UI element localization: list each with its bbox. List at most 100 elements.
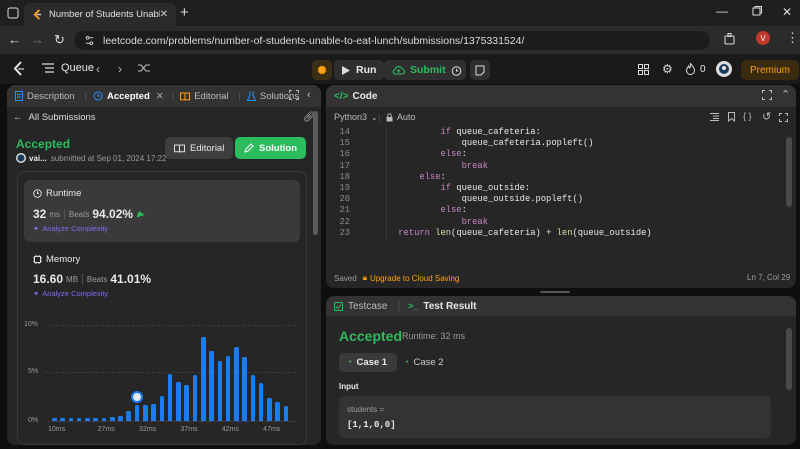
distribution-bar[interactable] bbox=[143, 405, 148, 421]
settings-gear-icon[interactable]: ⚙ bbox=[662, 62, 673, 76]
new-tab-icon[interactable]: + bbox=[180, 4, 189, 21]
code-scrollbar[interactable] bbox=[786, 125, 792, 243]
tab-accepted[interactable]: Accepted ✕ bbox=[93, 91, 164, 102]
distribution-bar[interactable] bbox=[176, 382, 181, 421]
browser-menu-icon[interactable]: ⋮ bbox=[786, 30, 799, 46]
distribution-bar[interactable] bbox=[209, 351, 214, 421]
upgrade-link[interactable]: Upgrade to Cloud Saving bbox=[370, 274, 459, 283]
distribution-bar[interactable] bbox=[159, 395, 165, 421]
code-line[interactable]: 17 break bbox=[326, 161, 776, 172]
solution-button[interactable]: Solution bbox=[235, 137, 306, 159]
distribution-bar[interactable] bbox=[275, 401, 281, 421]
back-icon[interactable]: ← bbox=[8, 32, 21, 47]
tab-search-icon[interactable] bbox=[6, 6, 20, 20]
browser-tab[interactable]: Number of Students Unable to ✕ bbox=[24, 3, 176, 26]
code-line[interactable]: 21 else: bbox=[326, 205, 776, 216]
distribution-bar[interactable] bbox=[192, 375, 198, 421]
next-problem-icon[interactable]: › bbox=[118, 62, 122, 76]
notes-icon[interactable] bbox=[470, 60, 490, 80]
memory-analyze-link[interactable]: ✦ Analyze Complexity bbox=[33, 289, 108, 298]
tab-editorial[interactable]: Editorial bbox=[180, 91, 229, 102]
extensions-icon[interactable] bbox=[724, 33, 736, 45]
problem-list-button[interactable]: Queue bbox=[42, 62, 94, 74]
code-line[interactable]: 14 if queue_cafeteria: bbox=[326, 127, 776, 138]
tab-description[interactable]: Description bbox=[15, 91, 75, 102]
distribution-bar[interactable] bbox=[242, 356, 247, 421]
prev-problem-icon[interactable]: ‹ bbox=[96, 62, 100, 76]
leetcode-logo-icon[interactable] bbox=[12, 61, 26, 77]
distribution-bar[interactable] bbox=[118, 416, 123, 421]
streak-counter[interactable]: 0 bbox=[686, 63, 706, 75]
distribution-bar[interactable] bbox=[109, 417, 115, 421]
distribution-bar[interactable] bbox=[126, 411, 132, 421]
code-line[interactable]: 22 break bbox=[326, 217, 776, 228]
language-select[interactable]: Python3 ⌄ bbox=[334, 112, 378, 122]
distribution-bar[interactable] bbox=[85, 418, 90, 421]
code-line[interactable]: 20 queue_outside.popleft() bbox=[326, 194, 776, 205]
format-icon[interactable] bbox=[710, 113, 719, 121]
memory-card[interactable]: Memory 16.60 MB | Beats 41.01% ✦ Analyze… bbox=[24, 248, 300, 310]
tab-close-icon[interactable]: ✕ bbox=[160, 9, 168, 20]
close-tab-icon[interactable]: ✕ bbox=[156, 91, 164, 102]
code-editor[interactable]: 14 if queue_cafeteria: 15 queue_cafeteria… bbox=[326, 127, 776, 242]
distribution-bar[interactable] bbox=[283, 406, 289, 421]
collapse-panel-icon[interactable]: ⌃ bbox=[781, 88, 790, 101]
auto-mode-toggle[interactable]: Auto bbox=[386, 112, 416, 122]
minimize-icon[interactable]: — bbox=[716, 4, 728, 18]
distribution-bar[interactable] bbox=[184, 385, 189, 421]
code-line[interactable]: 23 return len(queue_cafeteria) + len(que… bbox=[326, 228, 776, 239]
distribution-bar[interactable] bbox=[200, 336, 206, 421]
distribution-bar[interactable] bbox=[76, 418, 82, 421]
restore-icon[interactable] bbox=[752, 6, 762, 16]
distribution-bar[interactable] bbox=[151, 403, 156, 421]
distribution-bar[interactable] bbox=[217, 360, 223, 421]
distribution-bar[interactable] bbox=[225, 356, 231, 421]
distribution-bar[interactable] bbox=[134, 405, 140, 421]
distribution-bar[interactable] bbox=[68, 418, 74, 421]
case-2-button[interactable]: • Case 2 bbox=[400, 353, 450, 372]
distribution-bar[interactable] bbox=[267, 397, 272, 421]
distribution-bar[interactable] bbox=[234, 347, 239, 421]
tab-test-result[interactable]: >_ Test Result bbox=[408, 301, 476, 312]
shuffle-icon[interactable] bbox=[138, 63, 150, 73]
layout-grid-icon[interactable] bbox=[638, 64, 649, 75]
code-line[interactable]: 18 else: bbox=[326, 172, 776, 183]
runtime-analyze-link[interactable]: ✦ Analyze Complexity bbox=[33, 224, 108, 233]
username[interactable]: vai... bbox=[29, 154, 47, 163]
runtime-card[interactable]: Runtime 32 ms | Beats 94.02% ✦ Analyze C… bbox=[24, 180, 300, 242]
fullscreen-icon[interactable] bbox=[779, 113, 788, 122]
left-scrollbar[interactable] bbox=[313, 111, 318, 441]
timer-icon[interactable] bbox=[446, 60, 466, 80]
distribution-bar[interactable] bbox=[101, 418, 107, 421]
result-scrollbar[interactable] bbox=[786, 320, 792, 440]
run-button[interactable]: Run bbox=[334, 60, 385, 80]
code-line[interactable]: 15 queue_cafeteria.popleft() bbox=[326, 138, 776, 149]
code-line[interactable]: 19 if queue_outside: bbox=[326, 183, 776, 194]
reset-icon[interactable]: ↺ bbox=[762, 110, 771, 123]
distribution-bar[interactable] bbox=[250, 375, 256, 421]
distribution-bar[interactable] bbox=[60, 418, 65, 421]
profile-avatar[interactable]: V bbox=[756, 31, 770, 45]
distribution-bar[interactable] bbox=[93, 418, 98, 421]
maximize-panel-icon[interactable] bbox=[762, 90, 772, 100]
code-line[interactable]: 16 else: bbox=[326, 149, 776, 160]
forward-icon[interactable]: → bbox=[31, 32, 44, 47]
maximize-panel-icon[interactable] bbox=[289, 90, 299, 100]
editorial-button[interactable]: Editorial bbox=[165, 137, 234, 159]
close-window-icon[interactable]: ✕ bbox=[782, 5, 792, 19]
site-info-icon[interactable] bbox=[84, 35, 95, 46]
premium-button[interactable]: Premium bbox=[741, 60, 800, 80]
address-bar[interactable]: leetcode.com/problems/number-of-students… bbox=[74, 31, 710, 50]
all-submissions-link[interactable]: ← All Submissions bbox=[13, 112, 96, 123]
braces-icon[interactable]: { } bbox=[743, 111, 752, 121]
debug-icon[interactable]: ✺ bbox=[312, 60, 332, 80]
distribution-bar[interactable] bbox=[258, 383, 264, 421]
distribution-bar[interactable] bbox=[167, 374, 173, 421]
user-avatar[interactable] bbox=[716, 61, 732, 77]
bookmark-icon[interactable] bbox=[728, 112, 735, 122]
case-1-button[interactable]: • Case 1 bbox=[339, 353, 398, 372]
tab-testcase[interactable]: Testcase bbox=[334, 301, 387, 312]
panel-resize-handle[interactable] bbox=[540, 291, 570, 293]
reload-icon[interactable]: ↻ bbox=[54, 32, 65, 48]
collapse-panel-icon[interactable]: ‹ bbox=[307, 89, 311, 101]
